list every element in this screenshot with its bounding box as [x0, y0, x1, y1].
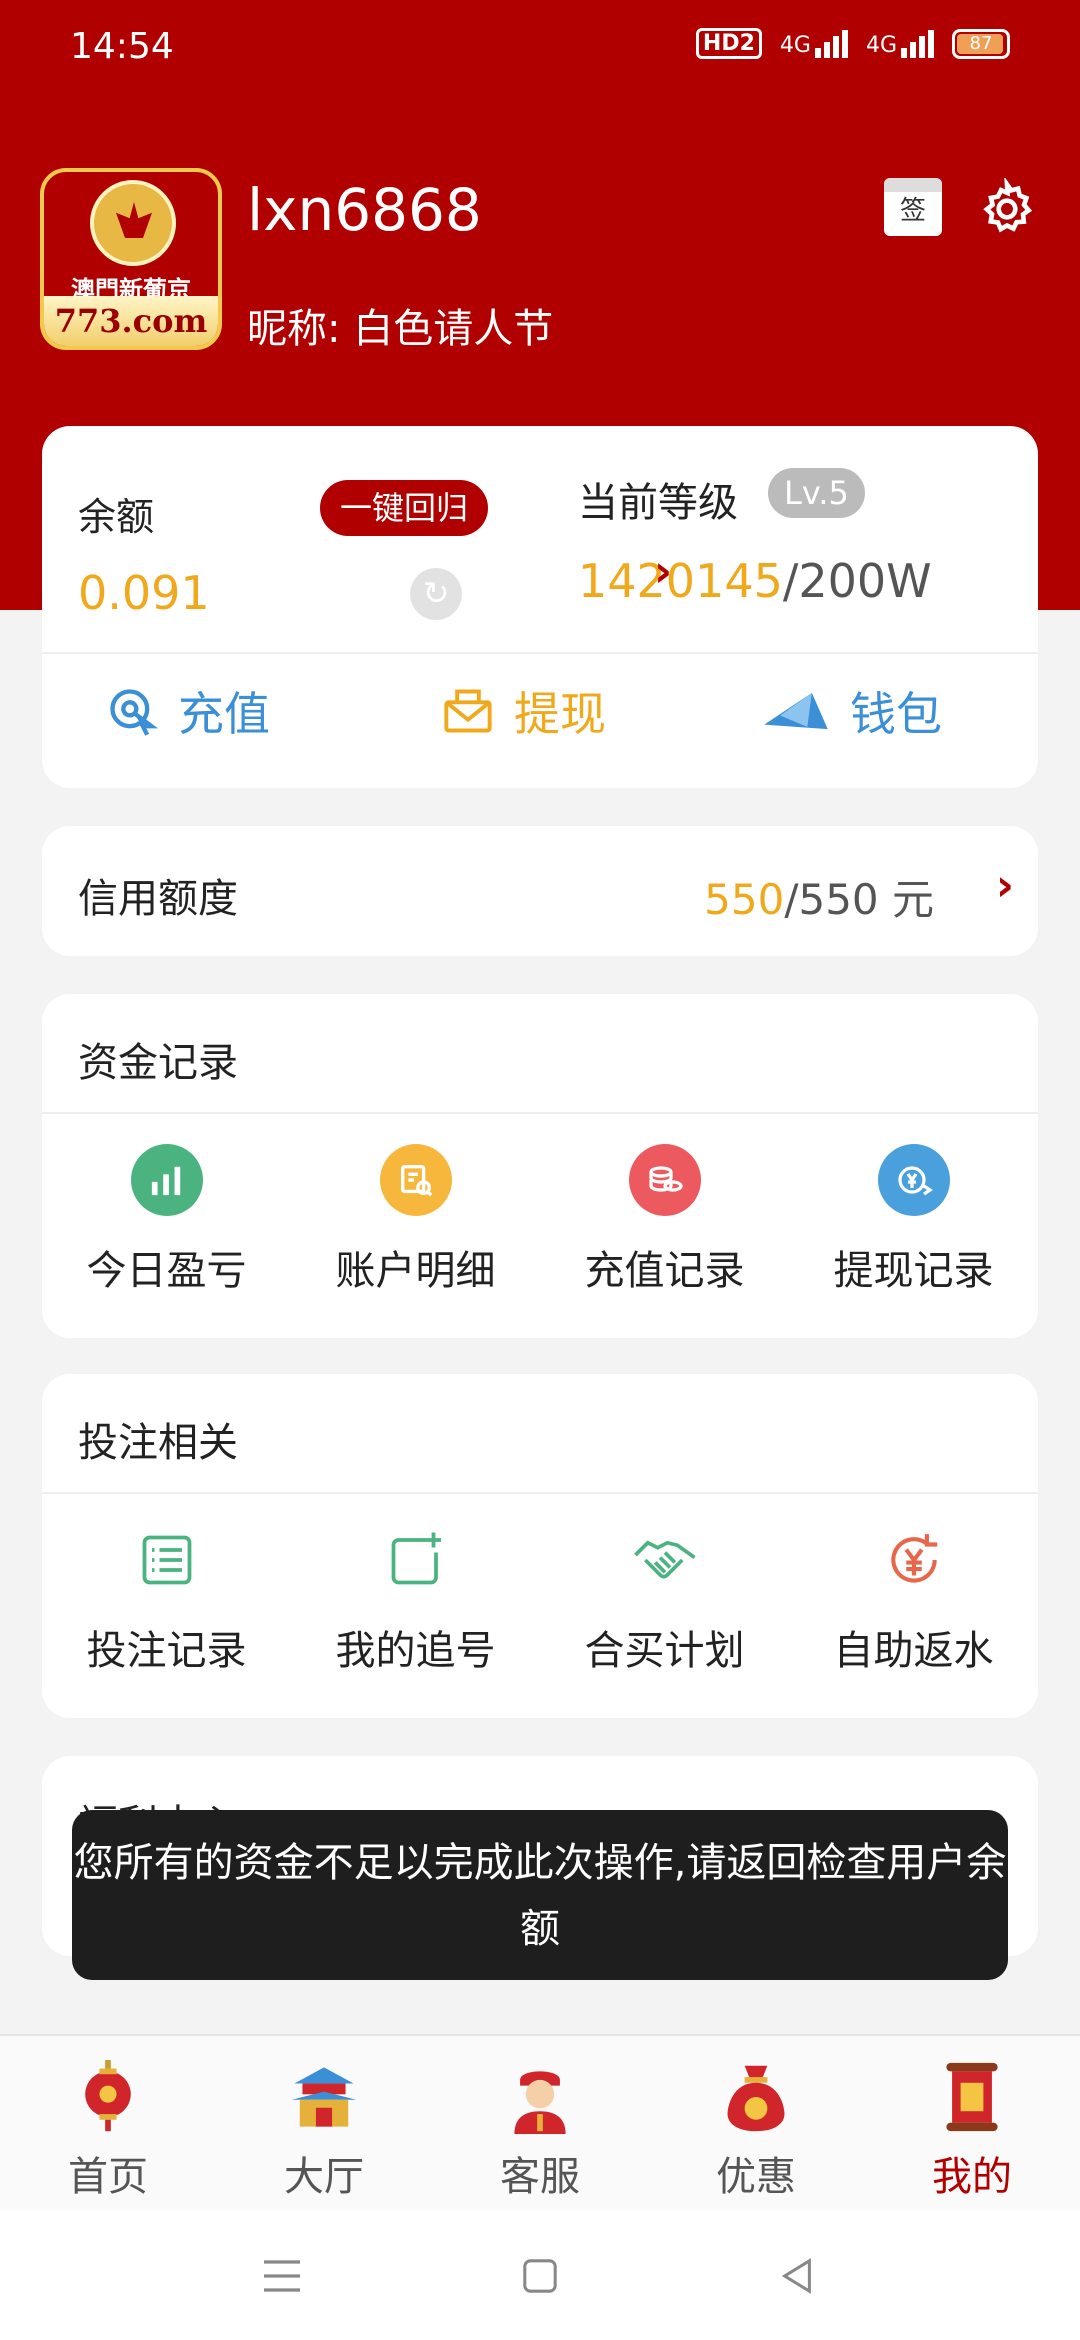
balance-card: 余额 一键回归 0.091 当前等级 Lv.5 1420145/200W › 充… [42, 426, 1038, 788]
credit-limit-row[interactable]: 信用额度 550/550 元 › [42, 826, 1038, 956]
nickname: 昵称: 白色请人节 [247, 306, 554, 352]
self-rebate-item[interactable]: 自助返水 [789, 1524, 1038, 1676]
credit-limit-label: 信用额度 [78, 876, 238, 922]
sign-in-button[interactable]: 签 [884, 178, 942, 236]
bottom-tab-bar: 首页 大厅 客服 优惠 我的 [0, 2034, 1080, 2210]
wallet-button[interactable]: 钱包 [762, 656, 942, 766]
back-triangle-icon [781, 2258, 811, 2294]
crown-logo-icon [90, 180, 176, 266]
status-icons: HD2 4G 4G 87 [695, 28, 1010, 59]
menu-icon [264, 2260, 300, 2292]
toast-message: 您所有的资金不足以完成此次操作,请返回检查用户余额 [72, 1810, 1008, 1980]
level-label: 当前等级 [578, 480, 738, 526]
my-chase-item[interactable]: 我的追号 [291, 1524, 540, 1676]
home-nav-button[interactable] [510, 2246, 570, 2306]
refresh-icon[interactable] [410, 568, 462, 620]
temple-icon [291, 2067, 357, 2127]
funds-section: 资金记录 今日盈亏 账户明细 充值记录 提现记录 [42, 994, 1038, 1338]
tab-home[interactable]: 首页 [0, 2036, 216, 2210]
battery-icon: 87 [952, 28, 1010, 59]
document-search-icon [379, 1144, 452, 1216]
divider [42, 652, 1038, 654]
group-buy-plan-item[interactable]: 合买计划 [540, 1524, 789, 1676]
level-progress[interactable]: 1420145/200W [578, 554, 932, 608]
tab-promotions[interactable]: 优惠 [648, 2036, 864, 2210]
coins-icon [628, 1144, 701, 1216]
yuan-refund-icon [878, 1524, 950, 1596]
wallet-icon [764, 692, 828, 730]
withdraw-button[interactable]: 提现 [442, 656, 606, 766]
gear-icon[interactable] [976, 178, 1038, 240]
system-navigation-bar [0, 2210, 1080, 2340]
list-icon [131, 1524, 203, 1596]
hd-voice-icon: HD2 [695, 28, 762, 59]
tab-lobby[interactable]: 大厅 [216, 2036, 432, 2210]
betting-title: 投注相关 [78, 1420, 238, 1466]
bet-record-item[interactable]: 投注记录 [42, 1524, 291, 1676]
recharge-button[interactable]: 充值 [106, 656, 270, 766]
withdraw-icon [444, 689, 492, 733]
sign-in-icon: 签 [899, 196, 926, 226]
handshake-icon [629, 1524, 701, 1596]
divider [42, 1112, 1038, 1114]
menu-nav-button[interactable] [252, 2246, 312, 2306]
betting-section: 投注相关 投注记录 我的追号 合买计划 自助返水 [42, 1374, 1038, 1718]
tab-customer-service[interactable]: 客服 [432, 2036, 648, 2210]
balance-value: 0.091 [78, 566, 210, 620]
logo-domain-text: 773.com [44, 296, 218, 346]
account-details-item[interactable]: 账户明细 [291, 1144, 540, 1296]
balance-label: 余额 [78, 495, 155, 539]
recharge-icon [110, 689, 158, 736]
funds-title: 资金记录 [78, 1040, 238, 1086]
add-note-icon [380, 1524, 452, 1596]
yuan-transfer-icon [877, 1144, 950, 1216]
square-icon [523, 2259, 557, 2293]
scroll-icon [946, 2062, 998, 2132]
network-4g-icon-2: 4G [866, 29, 934, 58]
lantern-icon [85, 2060, 131, 2132]
avatar[interactable]: 澳門新葡京 773.com [40, 168, 222, 350]
username: lxn6868 [247, 176, 482, 244]
divider [42, 1492, 1038, 1494]
status-bar: 14:54 HD2 4G 4G 87 [0, 0, 1080, 96]
back-nav-button[interactable] [768, 2246, 828, 2306]
credit-chevron-right-icon[interactable]: › [996, 860, 1014, 911]
withdraw-record-item[interactable]: 提现记录 [789, 1144, 1038, 1296]
money-bag-icon [727, 2065, 785, 2132]
service-agent-icon [514, 2071, 566, 2134]
level-badge: Lv.5 [768, 468, 865, 518]
status-time: 14:54 [70, 26, 174, 67]
level-chevron-right-icon[interactable]: › [654, 546, 672, 597]
today-profit-loss-item[interactable]: 今日盈亏 [42, 1144, 291, 1296]
reclaim-all-button[interactable]: 一键回归 [320, 480, 489, 536]
network-4g-icon: 4G [780, 29, 848, 58]
tab-mine[interactable]: 我的 [864, 2036, 1080, 2210]
chart-icon [130, 1144, 203, 1216]
recharge-record-item[interactable]: 充值记录 [540, 1144, 789, 1296]
credit-limit-value: 550/550 元 [704, 875, 934, 924]
